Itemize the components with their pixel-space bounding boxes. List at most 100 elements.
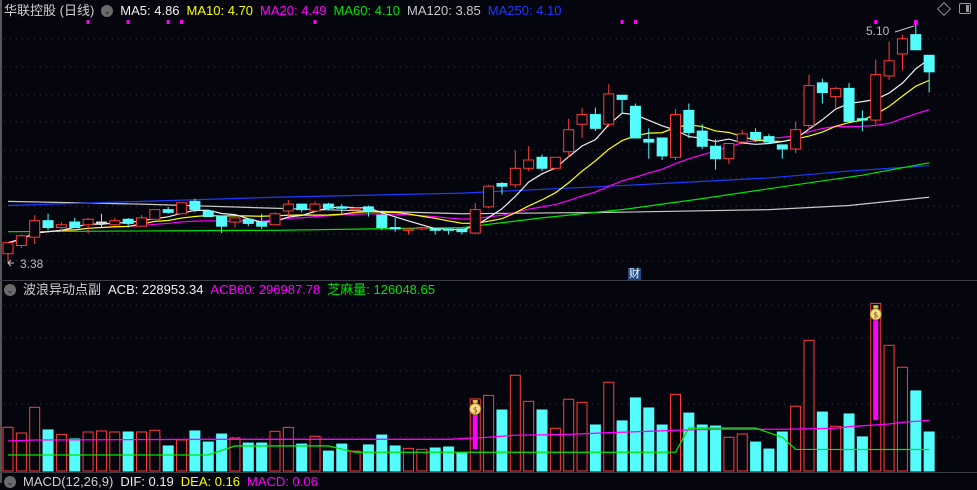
candle-body <box>830 87 842 98</box>
candle-body <box>536 156 548 169</box>
candle <box>910 24 922 51</box>
volume-bar <box>189 430 201 472</box>
candle <box>136 215 147 227</box>
candle <box>69 217 81 229</box>
candle-body <box>456 228 468 233</box>
candle-body <box>69 221 81 229</box>
dif-label: DIF: 0.19 <box>120 474 174 489</box>
volume-panel-header: ⌄ 波浪异动点副 ACB: 228953.34 ACB60: 296987.78… <box>4 282 435 298</box>
volume-bar <box>683 412 695 472</box>
candle <box>576 107 588 138</box>
candle <box>176 202 188 215</box>
diamond-icon[interactable] <box>936 1 952 16</box>
volume-bar <box>509 374 521 472</box>
candle-body <box>736 133 748 143</box>
volume-bar <box>256 442 268 472</box>
candle-body <box>883 60 895 77</box>
money-bag-tie <box>472 399 478 403</box>
volume-bar <box>710 425 722 472</box>
candle <box>42 213 54 231</box>
volume-bar <box>883 344 895 472</box>
candle <box>670 109 681 161</box>
volume-bar <box>82 431 94 472</box>
candle-body <box>362 206 374 212</box>
candle <box>15 234 27 249</box>
volume-bar <box>910 390 922 472</box>
candle <box>296 203 308 213</box>
candle-body <box>15 235 27 246</box>
candle <box>683 103 695 138</box>
candle-body <box>443 228 455 231</box>
volume-bar <box>389 445 401 472</box>
candle <box>803 74 815 130</box>
chevron-down-icon[interactable]: ⌄ <box>4 284 16 296</box>
candle-body <box>176 202 188 215</box>
candle-body <box>403 228 414 231</box>
candle-body <box>509 167 521 186</box>
panel-toggle-icon[interactable] <box>959 3 971 14</box>
candle-body <box>149 209 161 220</box>
acb-label: ACB: 228953.34 <box>108 282 204 297</box>
indicator-title: 波浪异动点副 <box>23 282 102 297</box>
volume-bar <box>95 430 107 472</box>
candle <box>790 121 802 154</box>
candle <box>563 118 575 158</box>
candle-body <box>309 203 321 212</box>
high-arrow-icon <box>894 25 914 33</box>
candle-body <box>2 242 14 255</box>
volume-bar <box>670 393 681 472</box>
candle-body <box>229 217 241 223</box>
candle <box>923 54 935 93</box>
volume-bar <box>856 436 868 472</box>
panel-toolbar <box>936 1 971 16</box>
ma10-label: MA10: 4.70 <box>186 3 254 18</box>
ma250-label: MA250: 4.10 <box>487 3 562 18</box>
high-price-label: 5.10 <box>866 24 890 38</box>
volume-bar <box>242 442 254 472</box>
acb60-label: ACB60: 296987.78 <box>210 282 321 297</box>
candle-body <box>750 131 762 140</box>
candle-body <box>42 220 54 229</box>
candle <box>456 228 468 235</box>
candle-body <box>483 185 495 208</box>
candle <box>736 129 748 143</box>
candle-body <box>242 218 254 224</box>
ma20-label: MA20: 4.49 <box>260 3 327 18</box>
candle-body <box>269 213 281 226</box>
volume-panel[interactable]: $$ <box>2 302 935 472</box>
macd-value-label: MACD: 0.06 <box>247 474 318 489</box>
candle-body <box>376 214 388 229</box>
price-panel-header: 华联控股 (日线) ⌄ MA5: 4.86 MA10: 4.70 MA20: 4… <box>4 3 561 19</box>
chevron-down-icon[interactable]: ⌄ <box>4 476 16 488</box>
candle <box>629 103 641 139</box>
candle-body <box>296 203 308 211</box>
volume-bar <box>830 425 842 472</box>
volume-bar <box>496 409 508 472</box>
price-panel[interactable] <box>2 20 935 267</box>
dea-label: DEA: 0.16 <box>180 474 241 489</box>
candle <box>416 227 428 231</box>
candle <box>109 217 121 227</box>
financial-event-badge[interactable]: 财 <box>628 268 641 280</box>
candle-body <box>55 224 67 229</box>
event-marker <box>86 20 90 24</box>
volume-bar <box>603 381 615 472</box>
candle <box>776 144 788 159</box>
chevron-down-icon[interactable]: ⌄ <box>101 5 114 17</box>
candle-body <box>656 137 668 157</box>
volume-bar <box>656 424 668 472</box>
candle-body <box>389 227 401 230</box>
event-marker <box>180 20 184 24</box>
event-marker <box>166 20 170 24</box>
candle <box>443 228 455 235</box>
candle <box>830 86 842 110</box>
kline-chart[interactable]: $$ <box>0 0 977 483</box>
candle <box>322 202 334 210</box>
volume-bar <box>42 429 54 472</box>
candle-body <box>136 217 147 227</box>
volume-bar <box>322 450 334 472</box>
candle-body <box>696 130 708 147</box>
volume-bar <box>589 424 601 472</box>
volume-bar <box>296 443 308 472</box>
signal-bar <box>472 414 478 450</box>
